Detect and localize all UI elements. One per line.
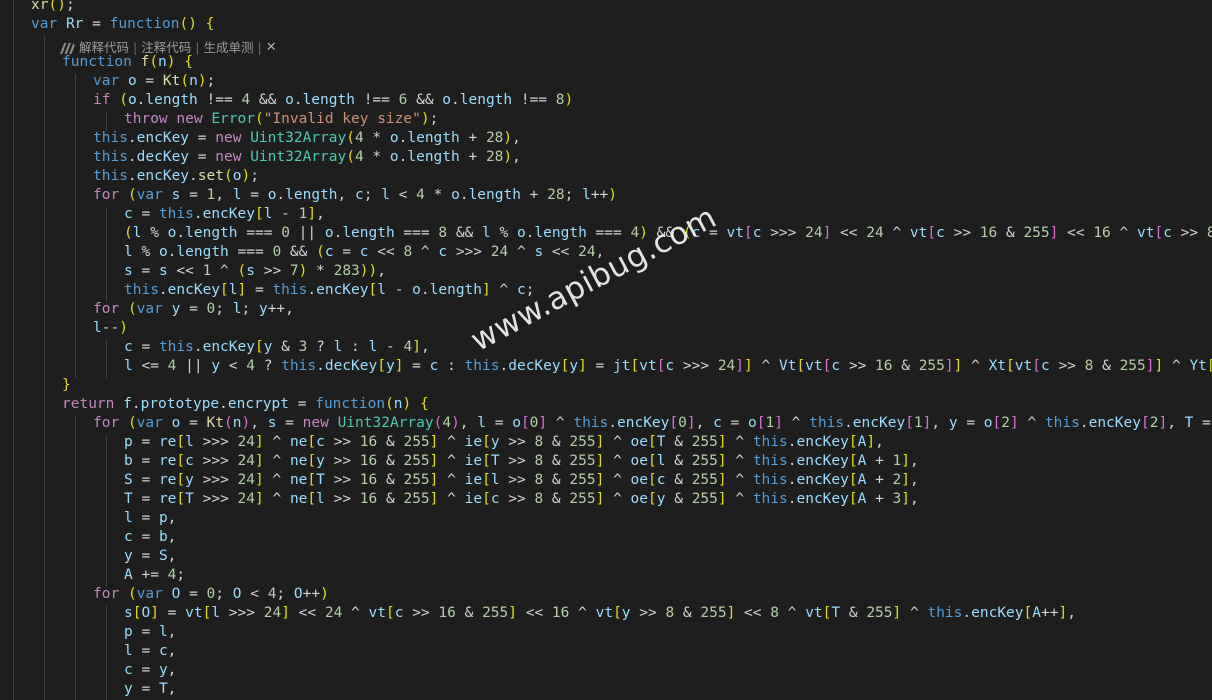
code-line[interactable]: p = re[l >>> 24] ^ ne[c >> 16 & 255] ^ i… — [124, 433, 884, 452]
codelens-separator-3: | — [257, 40, 262, 55]
code-line[interactable]: throw new Error("Invalid key size"); — [124, 110, 438, 129]
code-line[interactable]: for (var s = 1, l = o.length, c; l < 4 *… — [93, 186, 617, 205]
codelens-separator-1: | — [133, 40, 138, 55]
code-content[interactable]: xr(); var Rr = function() {function f(n) … — [0, 0, 1212, 700]
code-line[interactable]: b = re[c >>> 24] ^ ne[y >> 16 & 255] ^ i… — [124, 452, 919, 471]
code-line[interactable]: l--) — [93, 319, 128, 338]
codelens-separator-2: | — [195, 40, 200, 55]
code-editor[interactable]: xr(); var Rr = function() {function f(n) … — [0, 0, 1212, 700]
code-line[interactable]: y = S, — [124, 547, 176, 566]
code-line[interactable]: l <= 4 || y < 4 ? this.decKey[y] = c : t… — [124, 357, 1212, 376]
code-line[interactable]: s[O] = vt[l >>> 24] << 24 ^ vt[c >> 16 &… — [124, 604, 1076, 623]
code-line[interactable]: for (var o = Kt(n), s = new Uint32Array(… — [93, 414, 1212, 433]
codelens-comment-code[interactable]: 注释代码 — [140, 39, 192, 57]
code-line[interactable]: y = T, — [124, 680, 176, 699]
code-line[interactable]: var o = Kt(n); — [93, 72, 215, 91]
code-line[interactable]: xr(); — [31, 0, 75, 15]
code-line[interactable]: (l % o.length === 0 || o.length === 8 &&… — [124, 224, 1212, 243]
ai-codelens-toolbar[interactable]: 解释代码 | 注释代码 | 生成单测 | ✕ — [59, 39, 277, 57]
code-line[interactable]: this.encKey = new Uint32Array(4 * o.leng… — [93, 129, 521, 148]
code-line[interactable]: l % o.length === 0 && (c = c << 8 ^ c >>… — [124, 243, 604, 262]
codelens-explain-code[interactable]: 解释代码 — [78, 39, 130, 57]
code-line[interactable]: l = c, — [124, 642, 176, 661]
codelens-generate-unittest[interactable]: 生成单测 — [202, 39, 254, 57]
code-line[interactable]: for (var O = 0; O < 4; O++) — [93, 585, 329, 604]
code-line[interactable]: s = s << 1 ^ (s >> 7) * 283)), — [124, 262, 386, 281]
code-line[interactable]: this.decKey = new Uint32Array(4 * o.leng… — [93, 148, 521, 167]
code-line[interactable]: S = re[y >>> 24] ^ ne[T >> 16 & 255] ^ i… — [124, 471, 919, 490]
code-line[interactable]: this.encKey.set(o); — [93, 167, 259, 186]
code-line[interactable]: A += 4; — [124, 566, 185, 585]
codelens-close-icon[interactable]: ✕ — [265, 39, 277, 57]
code-line[interactable]: for (var y = 0; l; y++, — [93, 300, 294, 319]
code-line[interactable]: this.encKey[l] = this.encKey[l - o.lengt… — [124, 281, 534, 300]
code-line[interactable]: return f.prototype.encrypt = function(n)… — [62, 395, 429, 414]
code-line[interactable]: p = l, — [124, 623, 176, 642]
ai-assistant-logo-icon — [59, 42, 75, 55]
code-line[interactable]: c = this.encKey[y & 3 ? l : l - 4], — [124, 338, 430, 357]
code-line[interactable]: } — [62, 376, 71, 395]
code-line[interactable]: c = y, — [124, 661, 176, 680]
code-line[interactable]: c = this.encKey[l - 1], — [124, 205, 325, 224]
code-line[interactable]: c = b, — [124, 528, 176, 547]
code-line[interactable]: var Rr = function() { — [31, 15, 214, 34]
code-line[interactable]: l = p, — [124, 509, 176, 528]
code-line[interactable]: if (o.length !== 4 && o.length !== 6 && … — [93, 91, 573, 110]
code-line[interactable]: T = re[T >>> 24] ^ ne[l >> 16 & 255] ^ i… — [124, 490, 919, 509]
